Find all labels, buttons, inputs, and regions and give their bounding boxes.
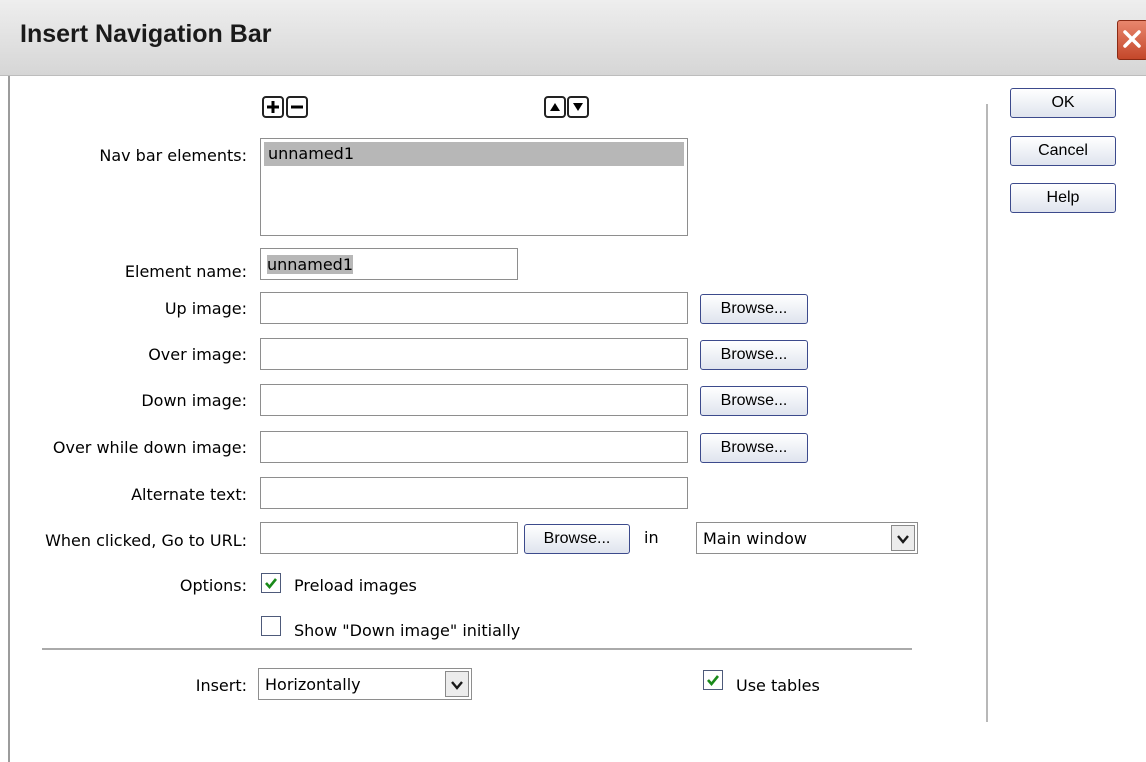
use-tables-checkbox[interactable] — [703, 670, 723, 690]
down-image-field[interactable] — [260, 384, 688, 416]
help-button[interactable]: Help — [1010, 183, 1116, 213]
divider — [42, 648, 912, 650]
chevron-down-icon — [451, 681, 463, 690]
up-image-field[interactable] — [260, 292, 688, 324]
close-button[interactable] — [1117, 20, 1146, 60]
nav-bar-elements-list[interactable]: unnamed1 — [260, 138, 688, 236]
show-down-image-checkbox[interactable] — [261, 616, 281, 636]
list-item[interactable]: unnamed1 — [264, 142, 684, 166]
element-name-label: Element name: — [124, 262, 247, 281]
go-to-url-browse-button[interactable]: Browse... — [524, 524, 630, 554]
add-element-button[interactable] — [262, 96, 284, 118]
arrow-down-icon — [573, 103, 583, 111]
element-name-field[interactable]: unnamed1 — [260, 248, 518, 280]
use-tables-label: Use tables — [736, 676, 820, 695]
in-label: in — [644, 528, 659, 547]
over-image-field[interactable] — [260, 338, 688, 370]
target-window-dropdown-button[interactable] — [891, 525, 915, 551]
insert-direction-dropdown-button[interactable] — [445, 671, 469, 697]
preload-images-checkbox[interactable] — [261, 573, 281, 593]
close-icon — [1123, 30, 1141, 48]
go-to-url-field[interactable] — [260, 522, 518, 554]
insert-direction-select[interactable]: Horizontally — [258, 668, 472, 700]
move-down-button[interactable] — [567, 96, 589, 118]
down-image-label: Down image: — [141, 391, 247, 410]
over-image-browse-button[interactable]: Browse... — [700, 340, 808, 370]
insert-direction-value: Horizontally — [265, 675, 361, 694]
over-while-down-image-field[interactable] — [260, 431, 688, 463]
chevron-down-icon — [897, 535, 909, 544]
checkmark-icon — [707, 675, 720, 687]
plus-icon — [267, 101, 279, 113]
move-up-button[interactable] — [544, 96, 566, 118]
down-image-browse-button[interactable]: Browse... — [700, 386, 808, 416]
target-window-select[interactable]: Main window — [696, 522, 918, 554]
alternate-text-label: Alternate text: — [131, 485, 247, 504]
insert-label: Insert: — [195, 676, 247, 695]
up-image-browse-button[interactable]: Browse... — [700, 294, 808, 324]
dialog-title: Insert Navigation Bar — [20, 20, 272, 48]
over-while-down-image-browse-button[interactable]: Browse... — [700, 433, 808, 463]
checkmark-icon — [265, 578, 278, 590]
go-to-url-label: When clicked, Go to URL: — [45, 531, 247, 550]
up-image-label: Up image: — [164, 299, 247, 318]
dialog-body: Nav bar elements: unnamed1 Element name:… — [8, 76, 1146, 762]
preload-images-label: Preload images — [294, 576, 417, 595]
nav-bar-elements-label: Nav bar elements: — [99, 146, 247, 165]
insert-navigation-bar-dialog: Insert Navigation Bar Nav bar elements: … — [0, 0, 1146, 762]
show-down-image-label: Show "Down image" initially — [294, 621, 521, 640]
arrow-up-icon — [550, 103, 560, 111]
vertical-divider — [986, 104, 988, 722]
minus-icon — [291, 105, 303, 109]
remove-element-button[interactable] — [286, 96, 308, 118]
over-image-label: Over image: — [148, 345, 247, 364]
element-name-value: unnamed1 — [267, 255, 353, 274]
ok-button[interactable]: OK — [1010, 88, 1116, 118]
alternate-text-field[interactable] — [260, 477, 688, 509]
options-label: Options: — [179, 576, 247, 595]
over-while-down-image-label: Over while down image: — [52, 438, 247, 457]
title-bar: Insert Navigation Bar — [0, 0, 1146, 76]
cancel-button[interactable]: Cancel — [1010, 136, 1116, 166]
target-window-value: Main window — [703, 529, 807, 548]
